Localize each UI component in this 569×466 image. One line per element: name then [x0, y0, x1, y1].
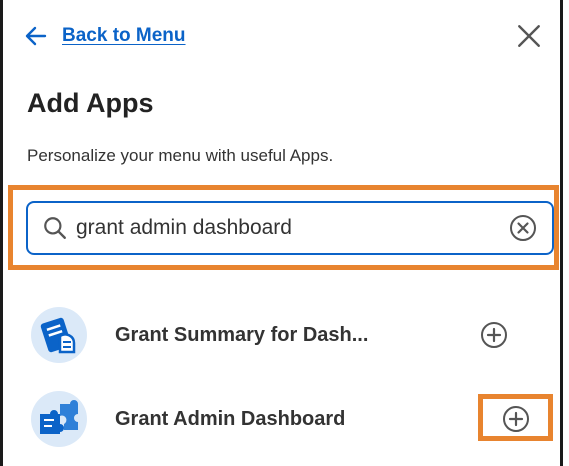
search-icon [44, 217, 66, 239]
add-button-highlight-box [478, 394, 553, 441]
close-icon [518, 25, 540, 47]
app-list-item[interactable]: Grant Admin Dashboard [30, 389, 550, 449]
top-bar: Back to Menu [20, 20, 549, 52]
back-to-menu-label: Back to Menu [62, 25, 186, 46]
search-field[interactable] [26, 201, 554, 255]
page-subtitle: Personalize your menu with useful Apps. [27, 146, 334, 165]
add-app-button[interactable] [478, 319, 510, 351]
search-input[interactable] [76, 216, 508, 240]
puzzle-pieces-icon [31, 391, 87, 447]
clear-circle-x-icon[interactable] [508, 213, 538, 243]
hand-document-icon [31, 307, 87, 363]
back-to-menu-link[interactable]: Back to Menu [24, 20, 186, 52]
close-button[interactable] [513, 20, 545, 52]
app-list-item[interactable]: Grant Summary for Dash... [30, 305, 550, 365]
arrow-left-icon [25, 26, 47, 46]
add-circle-icon [481, 322, 507, 348]
page-title: Add Apps [27, 88, 154, 118]
